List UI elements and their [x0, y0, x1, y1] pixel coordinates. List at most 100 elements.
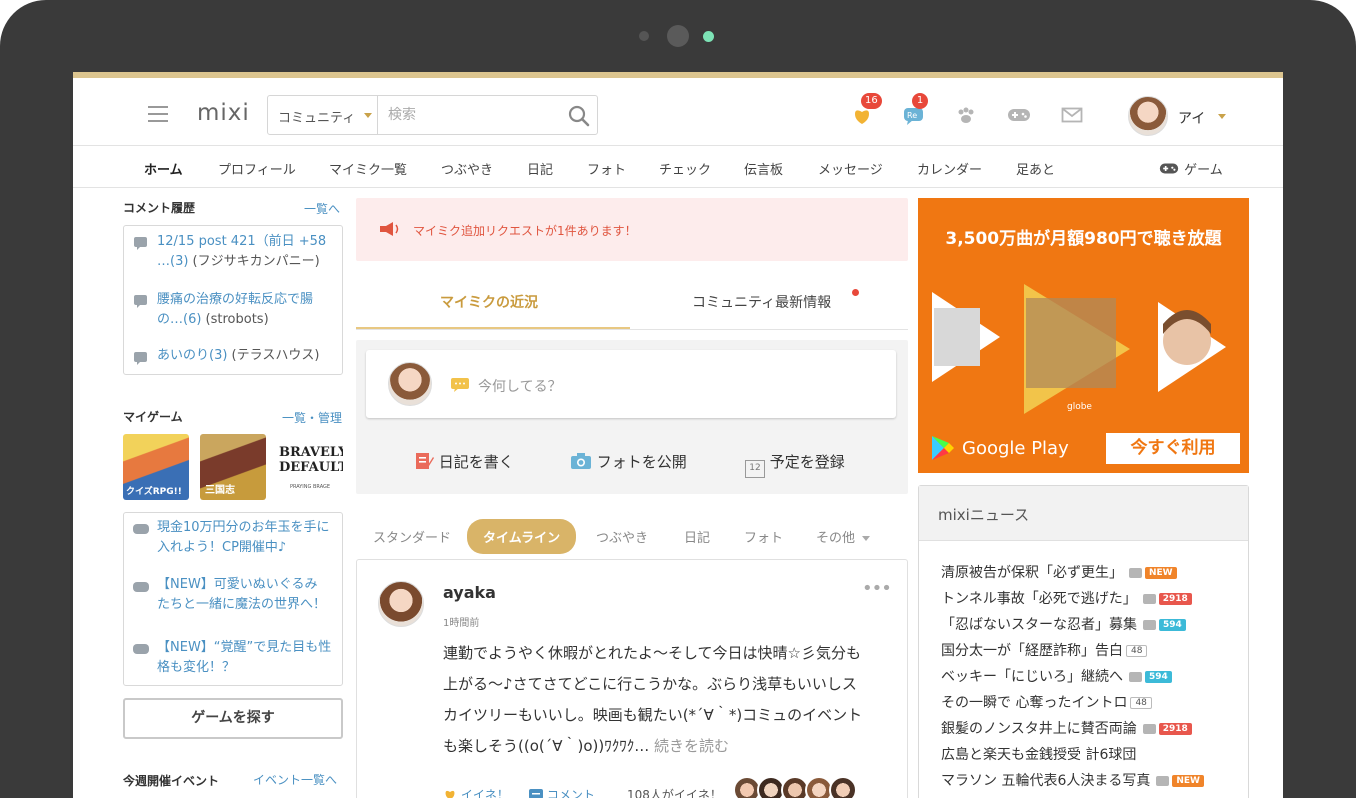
post-time: 1時間前	[443, 618, 480, 629]
nav-check[interactable]: チェック	[659, 159, 711, 178]
paw-icon	[958, 107, 974, 123]
news-item[interactable]: その一瞬で 心奪ったイントロ 48	[941, 692, 1152, 712]
timeline-post: ayaka 1時間前 ••• 連勤でようやく休暇がとれたよ～そして今日は快晴☆彡…	[356, 559, 908, 798]
nav-message[interactable]: メッセージ	[818, 159, 883, 178]
nav-voice[interactable]: つぶやき	[441, 159, 493, 178]
news-item[interactable]: 清原被告が保釈「必ず更生」 NEW	[941, 562, 1177, 582]
more-options-icon[interactable]: •••	[862, 578, 892, 599]
find-game-button[interactable]: ゲームを探す	[123, 698, 343, 739]
mygame-manage-link[interactable]: 一覧・管理	[282, 409, 342, 426]
megaphone-icon	[380, 222, 399, 236]
filter-voice[interactable]: つぶやき	[596, 527, 648, 546]
menu-icon[interactable]	[148, 106, 168, 127]
comments-box: 12/15 post 421（前日 +58 …(3) (フジサキカンパニー) 腰…	[123, 225, 343, 375]
add-schedule-button[interactable]: 12 予定を登録	[745, 451, 845, 478]
ad-title: 3,500万曲が月額980円で聴き放題	[945, 229, 1222, 249]
read-more-link[interactable]: 続きを読む	[654, 737, 729, 755]
search-scope-select[interactable]: コミュニティ	[268, 96, 378, 134]
filter-diary[interactable]: 日記	[684, 527, 710, 546]
game-news-item[interactable]: 【NEW】可愛いぬいぐるみ たちと一緒に魔法の世界へ！	[157, 575, 342, 615]
game-thumbnail[interactable]: クイズRPG!!	[123, 434, 189, 500]
nav-game-label: ゲーム	[1184, 163, 1223, 178]
filter-timeline[interactable]: タイムライン	[467, 519, 577, 554]
nav-home[interactable]: ホーム	[144, 159, 183, 178]
message-button[interactable]	[1061, 106, 1083, 128]
events-all-link[interactable]: イベント一覧へ	[253, 771, 337, 788]
like-count[interactable]: 108人がイイネ！	[627, 786, 722, 798]
comments-all-link[interactable]: 一覧へ	[304, 200, 340, 217]
game-thumbnail[interactable]: BRAVELY DEFAULT PRAYING BRAGE	[277, 434, 343, 500]
game-news-item[interactable]: 現金10万円分のお年玉を手に 入れよう！CP開催中♪	[157, 518, 342, 558]
tab-divider	[356, 329, 908, 330]
user-name[interactable]: アイ	[1178, 108, 1205, 128]
site-header: mixi コミュニティ 16 Re 1	[73, 78, 1283, 146]
chevron-down-icon	[862, 536, 871, 541]
mail-icon	[1061, 107, 1083, 123]
write-diary-button[interactable]: 日記を書く	[414, 451, 514, 472]
game-news-item[interactable]: 【NEW】“覚醒”で見た目も性 格も変化！？	[157, 638, 342, 678]
nav-footprints[interactable]: 足あと	[1016, 159, 1055, 178]
comment-item[interactable]: あいのり(3) (テラスハウス)	[157, 346, 342, 366]
tab-friends[interactable]: マイミクの近況	[440, 292, 538, 312]
comment-button[interactable]: コメント	[529, 786, 595, 798]
nav-game[interactable]: ゲーム	[1158, 159, 1223, 178]
game-news-box: 現金10万円分のお年玉を手に 入れよう！CP開催中♪ 【NEW】可愛いぬいぐるみた…	[123, 512, 343, 686]
avatar[interactable]	[1128, 96, 1168, 136]
news-item[interactable]: 銀髪のノンスタ井上に賛否両論 2918	[941, 718, 1192, 738]
filter-other[interactable]: その他	[816, 527, 871, 546]
liker-avatars[interactable]	[733, 776, 883, 798]
search-input[interactable]	[380, 98, 550, 132]
avatar	[388, 362, 432, 406]
comment-icon	[134, 352, 147, 365]
nav-calendar[interactable]: カレンダー	[917, 159, 982, 178]
alert-text: マイミク追加リクエストが1件あります！	[413, 224, 637, 238]
new-badge: NEW	[1172, 775, 1204, 787]
count-badge: 2918	[1158, 723, 1192, 735]
chevron-down-icon[interactable]	[1218, 114, 1226, 119]
tab-community[interactable]: コミュニティ最新情報	[692, 292, 831, 312]
site-logo[interactable]: mixi	[197, 100, 250, 126]
count-badge: 2918	[1158, 593, 1192, 605]
comment-item[interactable]: 腰痛の治療の好転反応で腸 の…(6) (strobots)	[157, 290, 342, 330]
avatar[interactable]	[378, 581, 424, 627]
main-nav: ホーム プロフィール マイミク一覧 つぶやき 日記 フォト チェック 伝言板 メ…	[73, 147, 1283, 188]
bravely-default-title: BRAVELY DEFAULT	[279, 445, 343, 475]
filter-standard[interactable]: スタンダード	[373, 527, 451, 546]
svg-text:Re: Re	[907, 111, 917, 120]
nav-board[interactable]: 伝言板	[744, 159, 783, 178]
news-item[interactable]: トンネル事故「必死で逃げた」 2918	[941, 588, 1192, 608]
google-play-ad[interactable]: 3,500万曲が月額980円で聴き放題 globe Google Play 今す…	[918, 198, 1249, 473]
footprint-button[interactable]	[955, 106, 977, 130]
news-item[interactable]: マラソン 五輪代表6人決まる写真 NEW	[941, 770, 1204, 790]
diary-icon	[416, 453, 434, 469]
news-item[interactable]: 国分太一が「経歴詐称」告白 48	[941, 640, 1148, 660]
nav-diary[interactable]: 日記	[527, 159, 553, 178]
reply-badge: 1	[912, 93, 928, 109]
friend-request-alert[interactable]: マイミク追加リクエストが1件あります！	[356, 198, 908, 261]
nav-profile[interactable]: プロフィール	[218, 159, 296, 178]
photo-icon	[1129, 672, 1142, 682]
news-item[interactable]: 広島と楽天も金銭授受 計6球団	[941, 744, 1136, 764]
nav-photo[interactable]: フォト	[587, 159, 626, 178]
active-tab-indicator	[356, 327, 630, 329]
nav-friends[interactable]: マイミク一覧	[329, 159, 407, 178]
gamepad-icon	[133, 524, 149, 534]
notification-button[interactable]: 16	[851, 93, 882, 130]
like-button[interactable]: イイネ！	[443, 786, 509, 798]
status-compose-box[interactable]: 今何してる？	[366, 350, 896, 418]
reply-button[interactable]: Re 1	[903, 93, 928, 130]
filter-photo[interactable]: フォト	[744, 527, 783, 546]
mygame-title: マイゲーム	[123, 410, 183, 424]
publish-photo-button[interactable]: フォトを公開	[570, 451, 687, 472]
news-item[interactable]: ベッキー「にじいろ」継続へ 594	[941, 666, 1172, 686]
post-author[interactable]: ayaka	[443, 583, 496, 602]
game-button[interactable]	[1007, 106, 1031, 128]
like-hand-icon	[445, 790, 455, 798]
comment-item[interactable]: 12/15 post 421（前日 +58 …(3) (フジサキカンパニー)	[157, 232, 342, 272]
use-now-button[interactable]: 今すぐ利用	[1106, 433, 1240, 464]
photo-icon	[1129, 568, 1142, 578]
search-icon[interactable]	[568, 105, 590, 127]
re-bubble-icon: Re	[904, 108, 923, 125]
news-item[interactable]: 「忍ばないスターな忍者」募集 594	[941, 614, 1186, 634]
game-thumbnail[interactable]: 三国志	[200, 434, 266, 500]
